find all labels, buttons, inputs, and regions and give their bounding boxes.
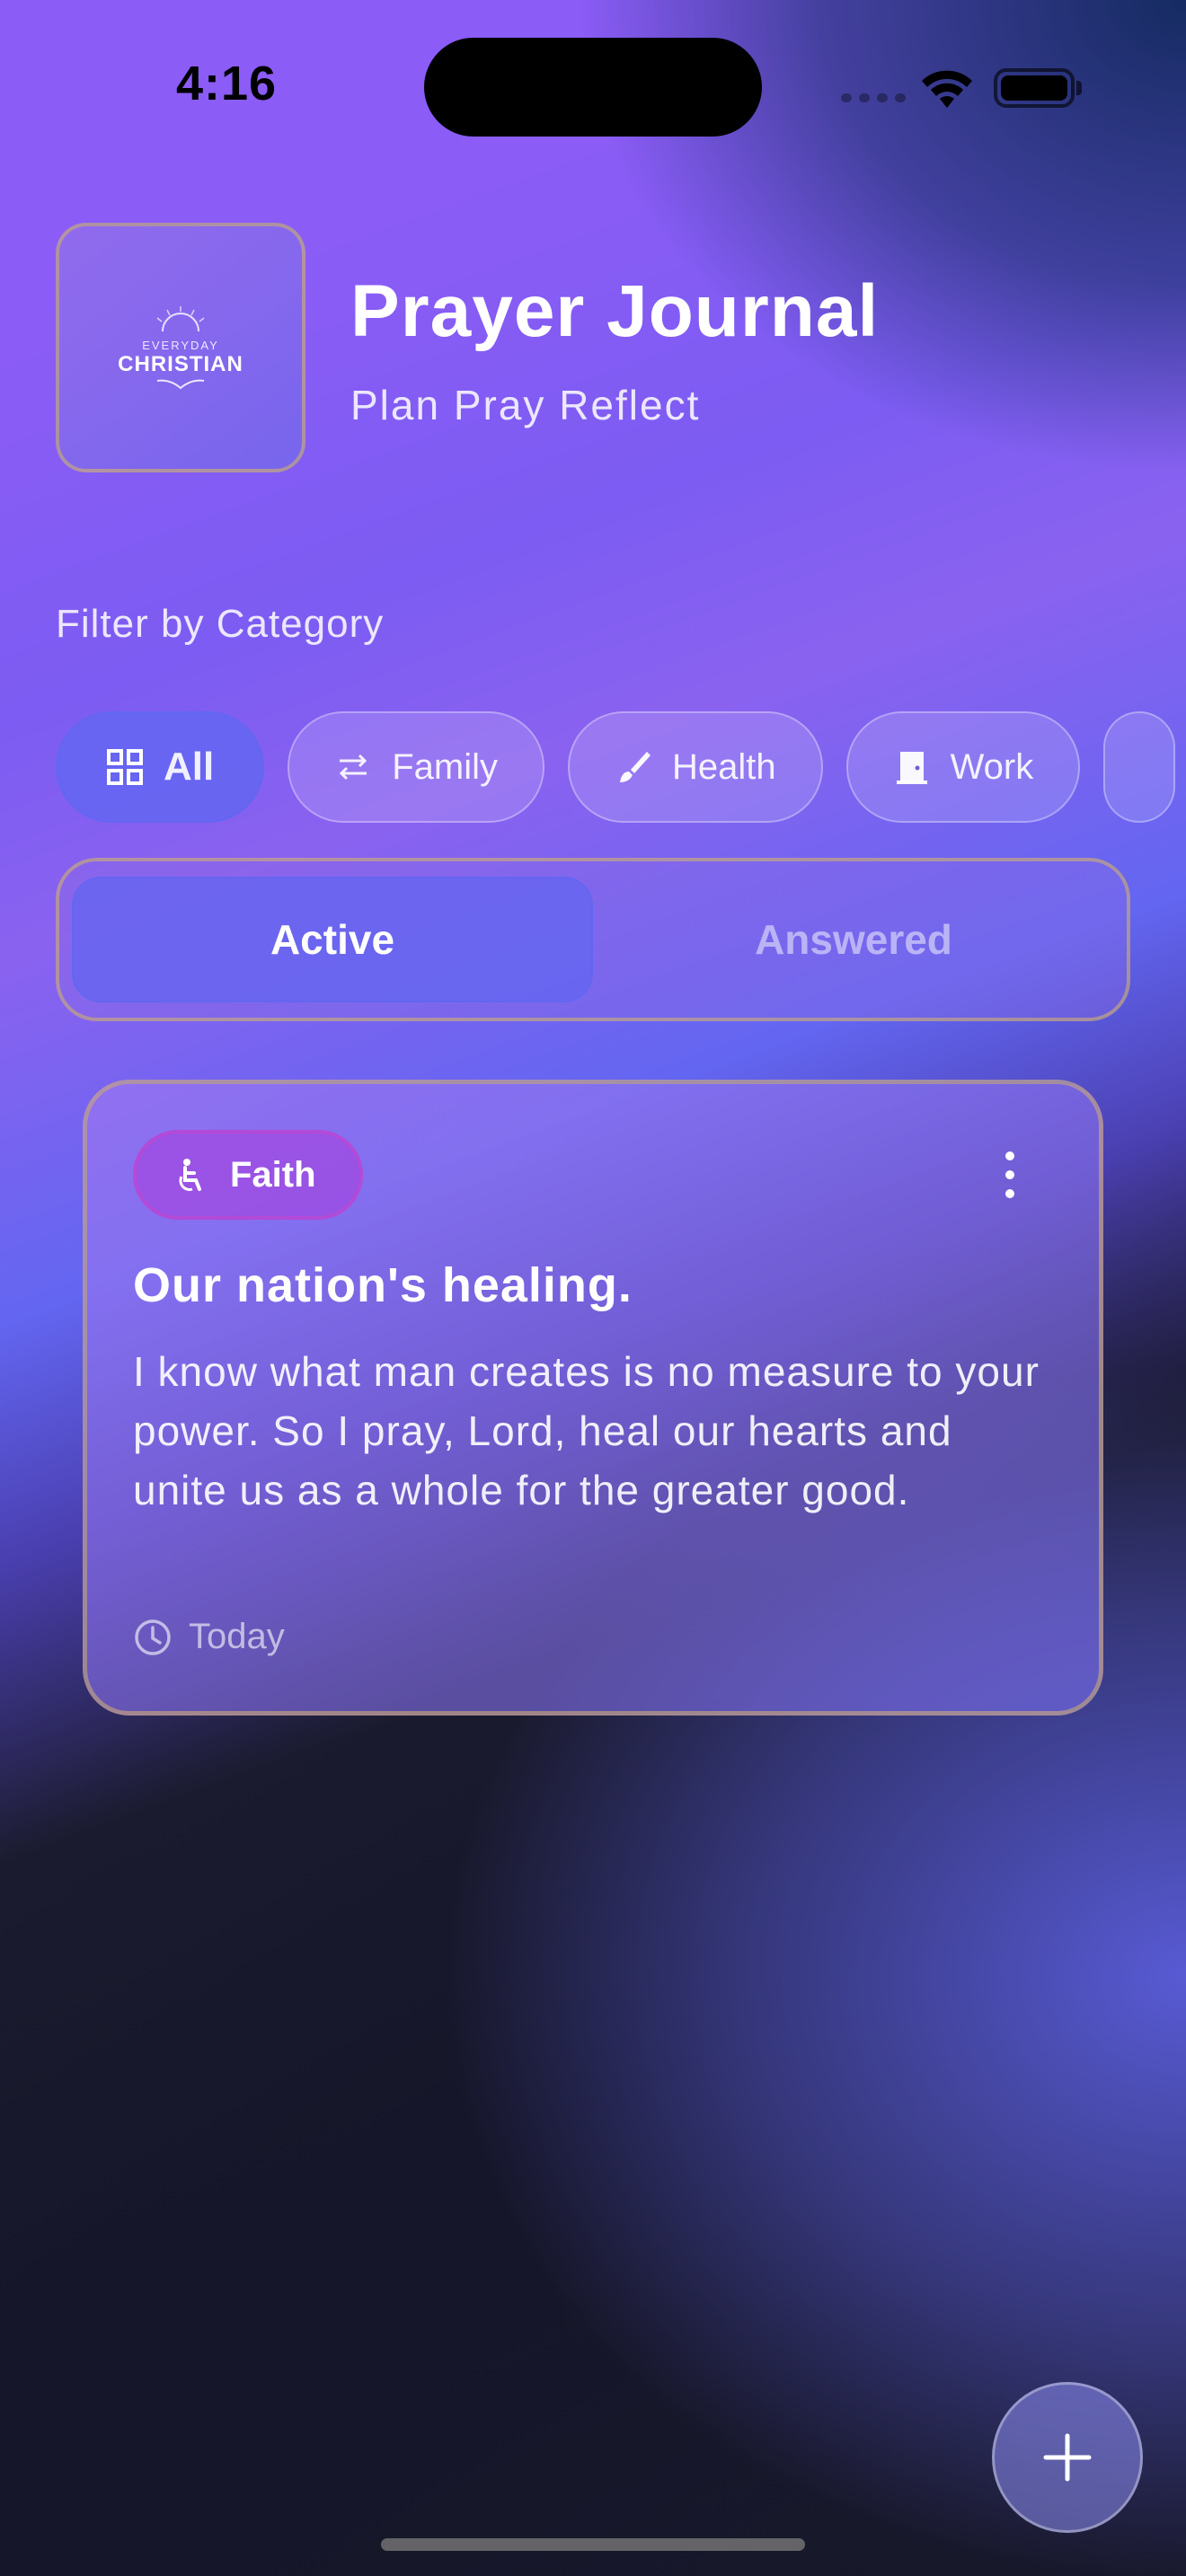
category-chips: All Family Health Work	[56, 711, 1176, 823]
chip-label: Health	[672, 746, 776, 787]
category-badge: Faith	[133, 1130, 363, 1220]
brush-icon	[620, 752, 651, 782]
prayer-title: Our nation's healing.	[133, 1258, 633, 1312]
book-icon	[156, 379, 205, 389]
logo-tagline: EVERYDAY	[142, 338, 219, 352]
app-logo: EVERYDAY CHRISTIAN	[56, 223, 305, 472]
chip-more-partial[interactable]	[1103, 711, 1176, 823]
accessibility-icon	[179, 1159, 201, 1191]
home-indicator[interactable]	[381, 2538, 805, 2551]
chip-health[interactable]: Health	[568, 711, 823, 823]
dynamic-island	[424, 38, 762, 137]
chip-label: All	[164, 745, 215, 789]
arrows-icon	[340, 754, 367, 781]
filter-label: Filter by Category	[56, 602, 385, 646]
prayer-timestamp: Today	[133, 1617, 285, 1657]
sunrise-icon	[156, 305, 205, 331]
logo-wordmark: CHRISTIAN	[118, 351, 243, 376]
chip-label: Work	[950, 746, 1034, 787]
wifi-icon	[922, 70, 972, 108]
prayer-body: I know what man creates is no measure to…	[133, 1348, 1040, 1513]
status-time: 4:16	[176, 57, 278, 110]
badge-label: Faith	[230, 1154, 316, 1195]
plus-icon	[1043, 2433, 1092, 2482]
battery-icon	[994, 68, 1075, 108]
chip-label: Family	[392, 746, 499, 787]
chip-family[interactable]: Family	[288, 711, 545, 823]
tab-active[interactable]: Active	[72, 877, 593, 1002]
page-subtitle: Plan Pray Reflect	[350, 382, 701, 428]
clock-icon	[135, 1619, 171, 1655]
cellular-signal-icon	[841, 93, 906, 102]
grid-icon	[107, 749, 143, 785]
tab-answered[interactable]: Answered	[593, 877, 1114, 1002]
timestamp-label: Today	[189, 1617, 285, 1656]
more-options-icon[interactable]	[997, 1151, 1022, 1198]
door-icon	[896, 752, 927, 784]
chip-all[interactable]: All	[56, 711, 265, 823]
battery-nub	[1076, 81, 1082, 95]
add-prayer-button[interactable]	[992, 2382, 1143, 2533]
chip-work[interactable]: Work	[845, 711, 1081, 823]
page-title: Prayer Journal	[350, 270, 880, 352]
